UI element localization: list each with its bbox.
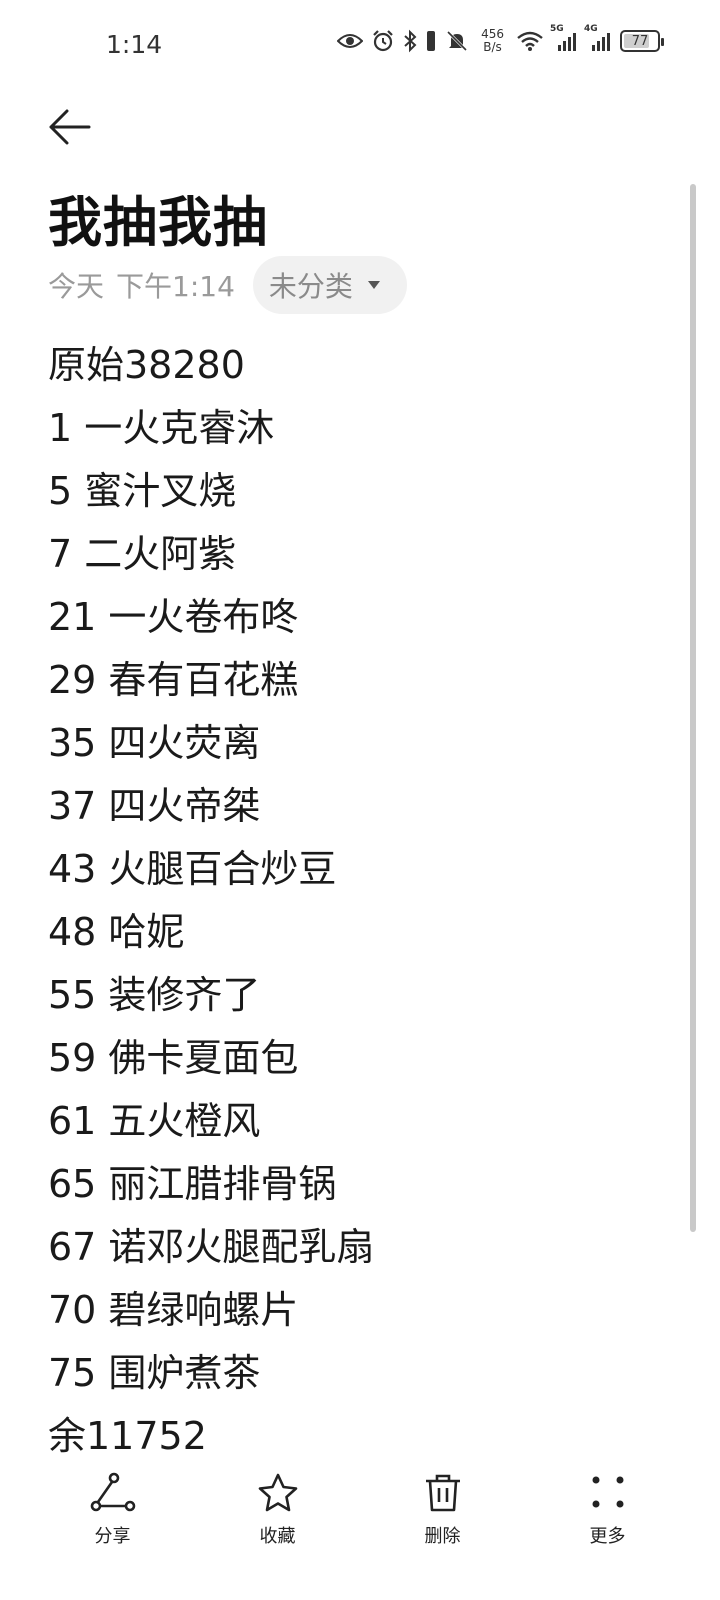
trash-icon <box>423 1470 463 1516</box>
delete-label: 删除 <box>424 1526 461 1547</box>
note-line: 59 佛卡夏面包 <box>48 1036 299 1080</box>
note-line: 43 火腿百合炒豆 <box>48 847 337 891</box>
note-time: 下午1:14 <box>116 270 235 303</box>
note-line: 1 一火克睿沐 <box>48 406 275 450</box>
favorite-button[interactable]: 收藏 <box>228 1470 328 1560</box>
bluetooth-icon <box>403 29 417 53</box>
more-dots-icon <box>588 1470 628 1516</box>
battery-percent: 77 <box>631 33 649 49</box>
back-arrow-icon <box>49 109 91 145</box>
star-icon <box>256 1470 300 1516</box>
more-label: 更多 <box>589 1526 626 1547</box>
signal-5g-label: 5G <box>550 24 564 34</box>
vibrate-icon <box>425 30 437 52</box>
note-line: 70 碧绿响螺片 <box>48 1288 299 1332</box>
note-line: 29 春有百花糕 <box>48 658 299 702</box>
share-label: 分享 <box>94 1526 131 1547</box>
favorite-label: 收藏 <box>259 1526 296 1547</box>
delete-button[interactable]: 删除 <box>393 1470 493 1560</box>
signal-4g-label: 4G <box>584 24 598 34</box>
share-icon <box>90 1470 136 1516</box>
note-line: 7 二火阿紫 <box>48 532 237 576</box>
note-line: 5 蜜汁叉烧 <box>48 469 237 513</box>
category-label: 未分类 <box>268 270 353 303</box>
more-button[interactable]: 更多 <box>558 1470 658 1560</box>
signal-4g-icon: 4G <box>584 24 612 52</box>
note-line: 35 四火荧离 <box>48 721 261 765</box>
mute-icon <box>445 29 469 53</box>
status-bar: 1:14 456 B/s 5G 4G 77 <box>0 0 720 90</box>
status-icons: 456 B/s 5G 4G 77 <box>337 24 664 54</box>
note-line: 55 装修齐了 <box>48 973 261 1017</box>
back-button[interactable] <box>44 104 94 150</box>
note-date: 今天 <box>48 270 105 303</box>
signal-5g-icon: 5G <box>550 24 578 52</box>
alarm-icon <box>371 29 395 53</box>
note-line: 48 哈妮 <box>48 910 185 954</box>
net-speed: 456 B/s <box>481 28 504 54</box>
net-speed-unit: B/s <box>483 40 502 54</box>
note-line: 余11752 <box>48 1414 207 1458</box>
wifi-icon <box>516 30 544 52</box>
category-dropdown[interactable]: 未分类 <box>252 256 407 314</box>
note-line: 67 诺邓火腿配乳扇 <box>48 1225 375 1269</box>
scrollbar[interactable] <box>690 184 696 1232</box>
note-line: 61 五火橙风 <box>48 1099 261 1143</box>
note-line: 75 围炉煮茶 <box>48 1351 261 1395</box>
share-button[interactable]: 分享 <box>63 1470 163 1560</box>
note-meta: 今天 下午1:14 未分类 <box>48 256 407 314</box>
bottom-toolbar: 分享 收藏 删除 更多 <box>0 1470 720 1560</box>
status-time: 1:14 <box>106 30 163 59</box>
note-line: 21 一火卷布咚 <box>48 595 299 639</box>
note-body[interactable]: 原始38280 1 一火克睿沐 5 蜜汁叉烧 7 二火阿紫 21 一火卷布咚 29 春有百… <box>48 334 668 1468</box>
note-line: 37 四火帝桀 <box>48 784 261 828</box>
caret-down-icon <box>367 281 380 289</box>
battery-icon: 77 <box>620 30 664 52</box>
note-line: 65 丽江腊排骨锅 <box>48 1162 337 1206</box>
eye-icon <box>337 31 364 51</box>
note-line: 原始38280 <box>48 343 245 387</box>
note-title[interactable]: 我抽我抽 <box>48 178 268 257</box>
